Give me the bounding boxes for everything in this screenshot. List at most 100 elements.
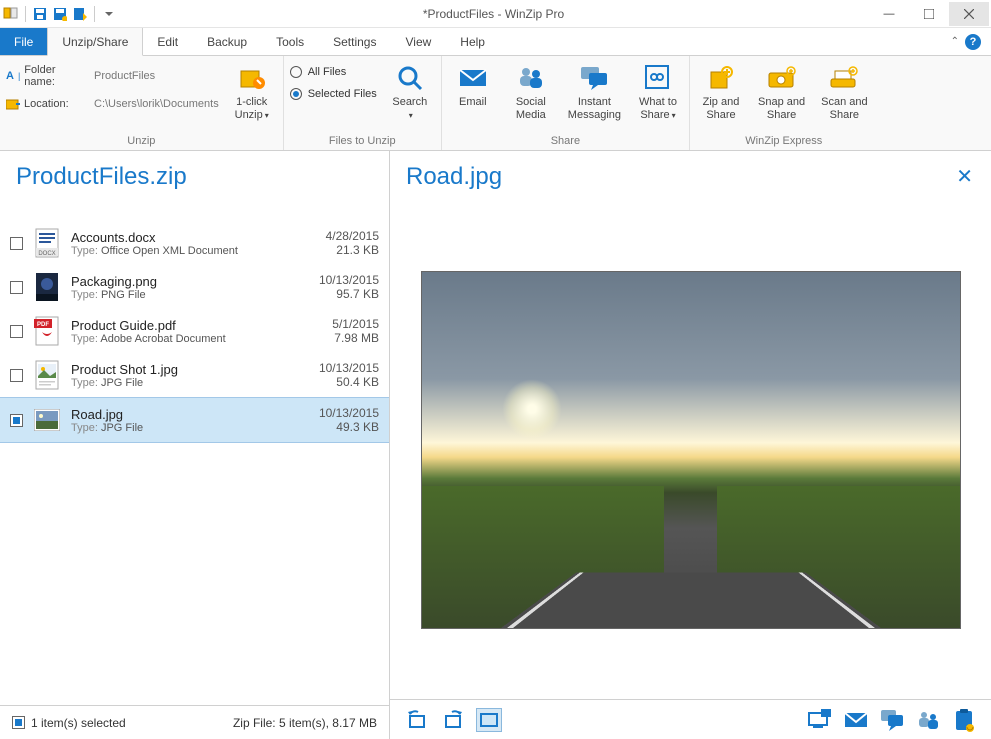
file-checkbox[interactable]	[10, 369, 23, 382]
radio-selected-files[interactable]: Selected Files	[290, 88, 377, 100]
save-icon[interactable]	[31, 5, 49, 23]
share-screen-button[interactable]	[807, 708, 833, 732]
email-icon	[457, 62, 489, 94]
tab-edit[interactable]: Edit	[143, 28, 193, 55]
file-checkbox[interactable]	[10, 237, 23, 250]
preview-image	[421, 271, 961, 629]
radio-all-files[interactable]: All Files	[290, 66, 377, 78]
file-type-icon: PDF	[33, 315, 61, 347]
social-media-button[interactable]: SocialMedia	[506, 60, 556, 124]
group-label-unzip: Unzip	[6, 133, 277, 149]
zip-share-icon	[705, 62, 737, 94]
file-row[interactable]: Product Shot 1.jpgType: JPG File10/13/20…	[0, 353, 389, 397]
preview-toolbar	[390, 699, 991, 739]
tab-view[interactable]: View	[391, 28, 446, 55]
group-label-share: Share	[448, 133, 683, 149]
search-icon	[394, 62, 426, 94]
file-checkbox[interactable]	[10, 325, 23, 338]
file-row[interactable]: Road.jpgType: JPG File 10/13/201549.3 KB	[0, 397, 389, 443]
link-icon	[642, 62, 674, 94]
ribbon: A| Folder name: ProductFiles Location: C…	[0, 56, 991, 151]
ribbon-group-unzip: A| Folder name: ProductFiles Location: C…	[0, 56, 284, 150]
close-preview-button[interactable]: ✕	[956, 164, 973, 189]
snap-and-share-button[interactable]: Snap andShare	[754, 60, 809, 124]
file-date: 4/28/2015	[326, 229, 379, 243]
file-info: Accounts.docxType: Office Open XML Docum…	[71, 230, 316, 257]
ribbon-group-share: Email SocialMedia InstantMessaging What …	[442, 56, 690, 150]
qat-dropdown-icon[interactable]	[100, 5, 118, 23]
main-split: ProductFiles.zip DOCXAccounts.docxType: …	[0, 151, 991, 739]
app-icon[interactable]	[2, 5, 20, 23]
quick-access-toolbar	[2, 5, 118, 23]
file-name: Accounts.docx	[71, 230, 316, 245]
file-info: Packaging.pngType: PNG File	[71, 274, 309, 301]
file-type-icon: DOCX	[33, 227, 61, 259]
titlebar: *ProductFiles - WinZip Pro —	[0, 0, 991, 28]
rotate-left-button[interactable]	[404, 708, 430, 732]
file-name: Product Shot 1.jpg	[71, 362, 309, 377]
what-to-share-button[interactable]: What toShare▾	[633, 60, 683, 124]
zip-and-share-button[interactable]: Zip andShare	[696, 60, 746, 124]
search-button[interactable]: Search▾	[385, 60, 435, 124]
file-info: Road.jpgType: JPG File	[71, 407, 309, 434]
file-row[interactable]: Packaging.pngType: PNG File 10/13/201595.…	[0, 265, 389, 309]
file-date: 10/13/2015	[319, 406, 379, 420]
window-title: *ProductFiles - WinZip Pro	[118, 7, 869, 21]
scanner-icon	[828, 62, 860, 94]
preview-title: Road.jpg	[390, 151, 518, 201]
file-type: Type: PNG File	[71, 289, 309, 301]
file-meta: 10/13/201549.3 KB	[319, 406, 379, 434]
save-as-icon[interactable]	[51, 5, 69, 23]
file-type-icon	[33, 271, 61, 303]
share-email-button[interactable]	[843, 708, 869, 732]
file-date: 10/13/2015	[319, 361, 379, 375]
file-row[interactable]: DOCX Accounts.docxType: Office Open XML D…	[0, 221, 389, 265]
file-row[interactable]: PDF Product Guide.pdfType: Adobe Acrobat …	[0, 309, 389, 353]
tab-help[interactable]: Help	[446, 28, 500, 55]
tab-file[interactable]: File	[0, 28, 47, 55]
scan-and-share-button[interactable]: Scan andShare	[817, 60, 871, 124]
tab-unzip-share[interactable]: Unzip/Share	[47, 28, 143, 56]
share-im-button[interactable]	[879, 708, 905, 732]
file-checkbox[interactable]	[10, 281, 23, 294]
ribbon-tabs: File Unzip/Share Edit Backup Tools Setti…	[0, 28, 991, 56]
location-value[interactable]: C:\Users\lorik\Documents	[94, 98, 219, 110]
file-list[interactable]: DOCX Accounts.docxType: Office Open XML D…	[0, 201, 389, 705]
file-date: 5/1/2015	[332, 317, 379, 331]
minimize-button[interactable]: —	[869, 2, 909, 26]
file-meta: 5/1/20157.98 MB	[332, 317, 379, 345]
file-list-pane: ProductFiles.zip DOCXAccounts.docxType: …	[0, 151, 390, 739]
share-clipboard-button[interactable]	[951, 708, 977, 732]
email-button[interactable]: Email	[448, 60, 498, 111]
tab-backup[interactable]: Backup	[193, 28, 262, 55]
status-selected: 1 item(s) selected	[31, 716, 126, 730]
share-social-button[interactable]	[915, 708, 941, 732]
tab-settings[interactable]: Settings	[319, 28, 391, 55]
help-icon[interactable]: ?	[965, 34, 981, 50]
file-name: Product Guide.pdf	[71, 318, 322, 333]
collapse-ribbon-icon[interactable]: ⌃	[951, 36, 959, 47]
ribbon-group-express: Zip andShare Snap andShare Scan andShare…	[690, 56, 878, 150]
file-name: Road.jpg	[71, 407, 309, 422]
file-info: Product Guide.pdfType: Adobe Acrobat Doc…	[71, 318, 322, 345]
file-checkbox[interactable]	[10, 414, 23, 427]
location-label: Location:	[6, 98, 86, 110]
instant-messaging-button[interactable]: InstantMessaging	[564, 60, 625, 124]
file-meta: 10/13/201550.4 KB	[319, 361, 379, 389]
status-bar: 1 item(s) selected Zip File: 5 item(s), …	[0, 705, 389, 739]
file-size: 7.98 MB	[332, 331, 379, 345]
archive-title: ProductFiles.zip	[0, 151, 389, 201]
window-controls: —	[869, 2, 989, 26]
fit-view-button[interactable]	[476, 708, 502, 732]
im-icon	[578, 62, 610, 94]
svg-text:DOCX: DOCX	[38, 251, 55, 257]
rotate-right-button[interactable]	[440, 708, 466, 732]
close-button[interactable]	[949, 2, 989, 26]
tab-tools[interactable]: Tools	[262, 28, 319, 55]
file-date: 10/13/2015	[319, 273, 379, 287]
send-icon[interactable]	[71, 5, 89, 23]
maximize-button[interactable]	[909, 2, 949, 26]
one-click-unzip-button[interactable]: 1-clickUnzip▾	[227, 60, 277, 124]
folder-name-value[interactable]: ProductFiles	[94, 70, 155, 82]
file-size: 95.7 KB	[319, 287, 379, 301]
